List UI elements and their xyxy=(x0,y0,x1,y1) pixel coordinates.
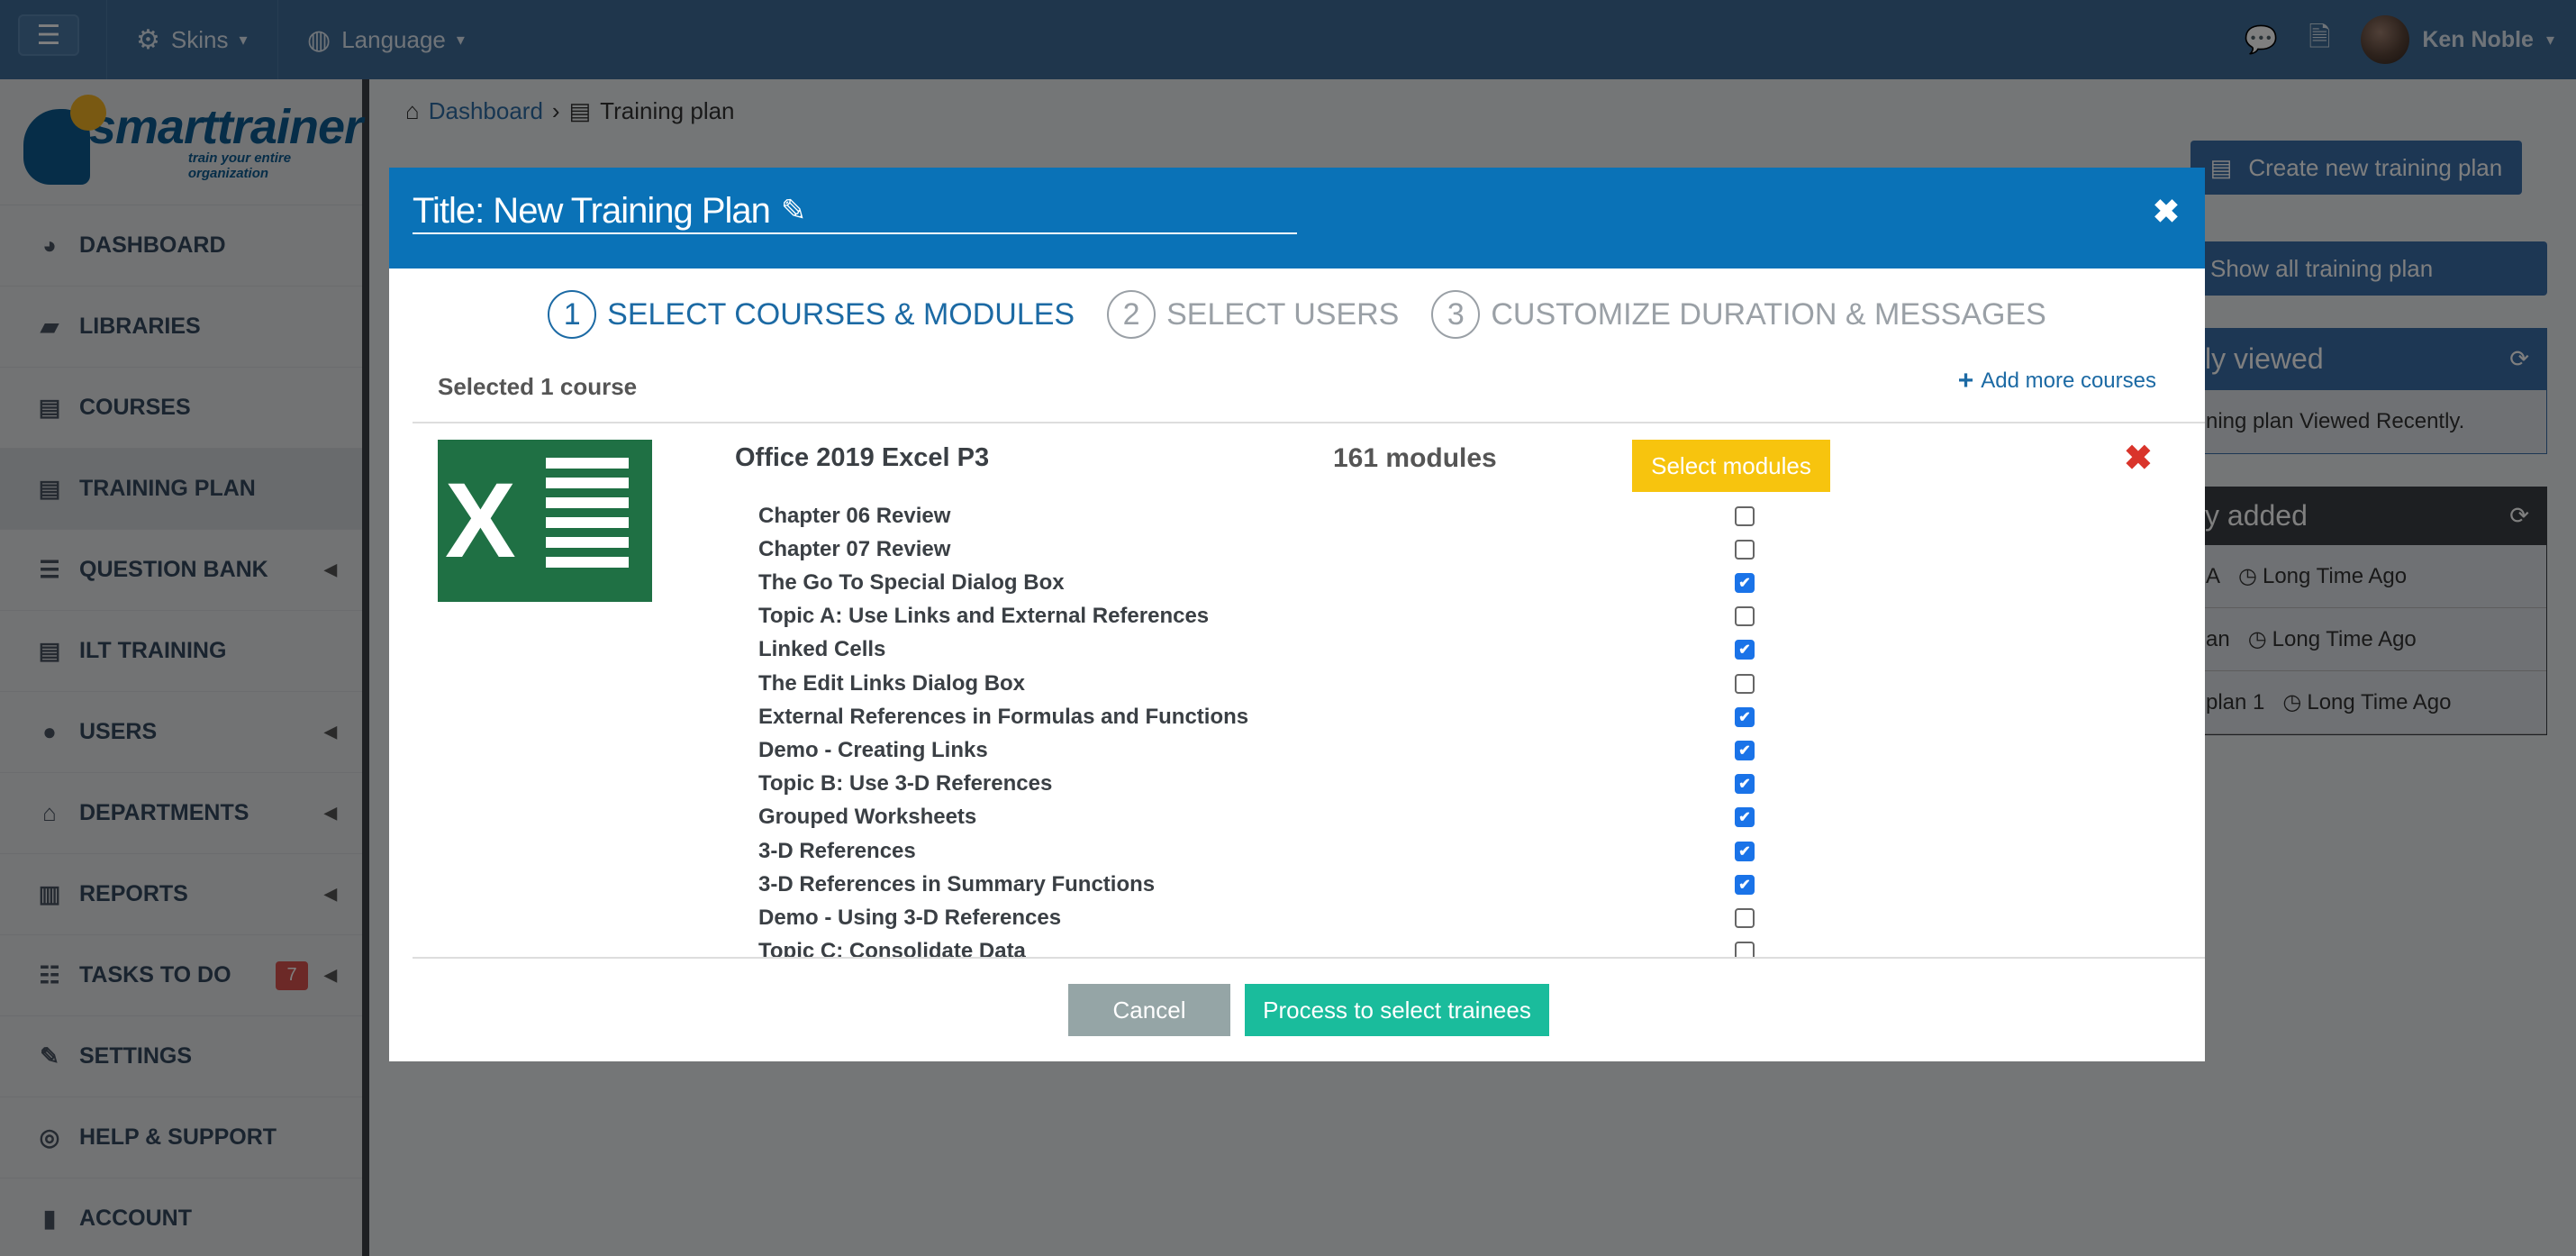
step-number: 1 xyxy=(548,290,597,339)
module-row: Grouped Worksheets ✔ xyxy=(758,801,1767,834)
module-checkbox[interactable] xyxy=(1735,673,1755,694)
cancel-button[interactable]: Cancel xyxy=(1068,984,1230,1036)
module-row: Topic C: Consolidate Data xyxy=(758,935,1767,957)
module-row: Linked Cells ✔ xyxy=(758,633,1767,667)
module-checkbox[interactable]: ✔ xyxy=(1735,774,1755,795)
step-number: 3 xyxy=(1431,290,1481,339)
module-row: Demo - Using 3-D References xyxy=(758,901,1767,934)
divider xyxy=(413,957,2205,959)
module-checkbox[interactable] xyxy=(1735,907,1755,928)
module-name: The Go To Special Dialog Box xyxy=(758,569,1065,595)
course-list[interactable]: X Office 2019 Excel P3 161 modules Selec… xyxy=(413,423,2205,957)
module-name: Topic B: Use 3-D References xyxy=(758,771,1053,796)
module-name: Grouped Worksheets xyxy=(758,805,977,830)
step-number: 2 xyxy=(1107,290,1156,339)
remove-course-icon[interactable]: ✖ xyxy=(2124,438,2153,478)
module-row: Topic B: Use 3-D References ✔ xyxy=(758,768,1767,801)
wizard-step-1[interactable]: 1 SELECT COURSES & MODULES xyxy=(548,290,1075,339)
process-to-select-trainees-button[interactable]: Process to select trainees xyxy=(1245,984,1549,1036)
wizard-step-2[interactable]: 2 SELECT USERS xyxy=(1107,290,1399,339)
module-name: Chapter 07 Review xyxy=(758,536,951,561)
step-label: SELECT COURSES & MODULES xyxy=(607,296,1075,332)
wizard-steps: 1 SELECT COURSES & MODULES 2 SELECT USERS 3 C… xyxy=(389,290,2205,339)
new-training-plan-modal: Title: New Training Plan ✎ ✖ 1 SELECT COU… xyxy=(389,168,2205,1061)
module-checkbox[interactable]: ✔ xyxy=(1735,572,1755,593)
module-name: Topic A: Use Links and External Referenc… xyxy=(758,604,1210,629)
step-label: SELECT USERS xyxy=(1166,296,1400,332)
module-checkbox[interactable]: ✔ xyxy=(1735,807,1755,828)
wizard-step-3[interactable]: 3 CUSTOMIZE DURATION & MESSAGES xyxy=(1431,290,2046,339)
modal-title-field[interactable]: Title: New Training Plan ✎ xyxy=(413,189,1297,234)
excel-course-thumbnail: X xyxy=(438,440,652,602)
module-checkbox[interactable]: ✔ xyxy=(1735,706,1755,727)
modal-header: Title: New Training Plan ✎ ✖ xyxy=(389,168,2205,268)
module-row: The Edit Links Dialog Box xyxy=(758,667,1767,700)
module-name: Chapter 06 Review xyxy=(758,503,951,528)
plus-icon: + xyxy=(1957,366,1974,396)
module-name: Demo - Using 3-D References xyxy=(758,905,1062,930)
module-count: 161 modules xyxy=(1333,443,1497,473)
module-checkbox[interactable]: ✔ xyxy=(1735,640,1755,660)
module-row: 3-D References in Summary Functions ✔ xyxy=(758,868,1767,901)
add-more-courses-link[interactable]: + Add more courses xyxy=(1958,366,2156,396)
module-name: The Edit Links Dialog Box xyxy=(758,670,1026,696)
module-name: 3-D References in Summary Functions xyxy=(758,871,1156,896)
module-checkbox[interactable]: ✔ xyxy=(1735,874,1755,895)
module-checkbox[interactable]: ✔ xyxy=(1735,740,1755,760)
pencil-icon[interactable]: ✎ xyxy=(781,193,806,229)
module-name: 3-D References xyxy=(758,838,916,863)
module-row: Demo - Creating Links ✔ xyxy=(758,733,1767,767)
module-row: External References in Formulas and Func… xyxy=(758,700,1767,733)
add-more-label: Add more courses xyxy=(1981,369,2156,393)
module-row: The Go To Special Dialog Box ✔ xyxy=(758,566,1767,599)
module-checkbox[interactable] xyxy=(1735,505,1755,526)
module-row: Chapter 06 Review xyxy=(758,499,1767,532)
module-checkbox[interactable] xyxy=(1735,942,1755,957)
module-checkbox[interactable] xyxy=(1735,606,1755,627)
module-name: Topic C: Consolidate Data xyxy=(758,939,1026,957)
module-name: Demo - Creating Links xyxy=(758,737,988,762)
module-name: Linked Cells xyxy=(758,637,886,662)
selected-course-count: Selected 1 course xyxy=(438,373,638,400)
module-checkbox[interactable] xyxy=(1735,539,1755,560)
close-icon[interactable]: ✖ xyxy=(2153,193,2180,231)
module-row: 3-D References ✔ xyxy=(758,834,1767,868)
select-modules-button[interactable]: Select modules xyxy=(1632,440,1830,492)
module-checkbox[interactable]: ✔ xyxy=(1735,841,1755,861)
module-name: External References in Formulas and Func… xyxy=(758,704,1249,729)
module-row: Topic A: Use Links and External Referenc… xyxy=(758,600,1767,633)
modal-title: Title: New Training Plan xyxy=(413,190,771,231)
course-name: Office 2019 Excel P3 xyxy=(735,443,990,472)
step-label: CUSTOMIZE DURATION & MESSAGES xyxy=(1491,296,2046,332)
module-row: Chapter 07 Review xyxy=(758,532,1767,566)
